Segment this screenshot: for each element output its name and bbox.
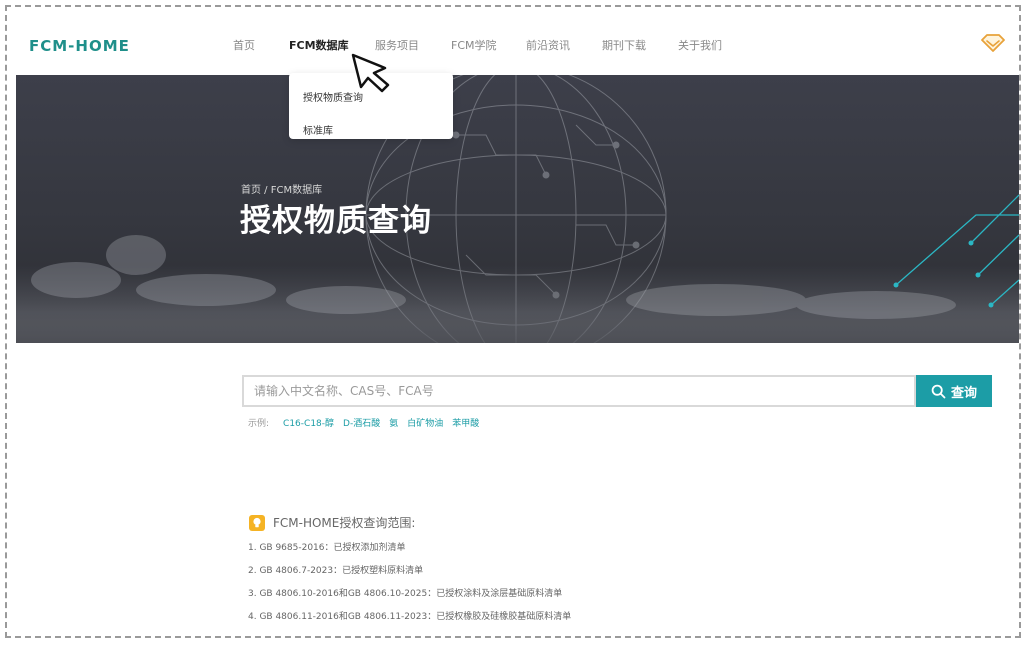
breadcrumb: 首页 / FCM数据库 <box>241 185 323 196</box>
browser-frame: FCM-HOME 首页 FCM数据库 服务项目 FCM学院 前沿资讯 期刊下载 … <box>5 5 1021 638</box>
search-icon <box>931 384 946 398</box>
list-item: 1. GB 9685-2016：已授权添加剂清单 <box>248 543 406 553</box>
hero-banner: 首页 / FCM数据库 授权物质查询 <box>16 75 1019 343</box>
examples-label: 示例: <box>248 419 270 429</box>
scope-title: FCM-HOME授权查询范围: <box>273 516 416 530</box>
lightbulb-icon <box>249 514 265 531</box>
example-link[interactable]: 白矿物油 <box>407 416 443 429</box>
example-link[interactable]: 苯甲酸 <box>452 416 479 429</box>
dropdown-item-standards-library[interactable]: 标准库 <box>303 122 333 137</box>
mouse-cursor-icon <box>351 53 390 93</box>
search-box <box>242 375 916 407</box>
search-button[interactable]: 查询 <box>916 375 992 407</box>
nav-academy[interactable]: FCM学院 <box>451 37 526 53</box>
hero-background-graphic <box>16 75 1019 343</box>
site-logo[interactable]: FCM-HOME <box>29 37 130 55</box>
list-item: 2. GB 4806.7-2023：已授权塑料原料清单 <box>248 566 424 576</box>
search-button-label: 查询 <box>950 385 977 401</box>
diamond-icon[interactable] <box>981 33 1005 53</box>
nav-journals[interactable]: 期刊下载 <box>602 37 678 53</box>
nav-about[interactable]: 关于我们 <box>678 37 748 53</box>
list-item: 4. GB 4806.11-2016和GB 4806.11-2023：已授权橡胶… <box>248 612 572 622</box>
example-link[interactable]: D-酒石酸 <box>343 416 380 429</box>
list-item: 3. GB 4806.10-2016和GB 4806.10-2025：已授权涂料… <box>248 589 563 599</box>
nav-news[interactable]: 前沿资讯 <box>526 37 602 53</box>
main-nav: 首页 FCM数据库 服务项目 FCM学院 前沿资讯 期刊下载 关于我们 <box>233 37 748 53</box>
search-input[interactable] <box>244 377 914 405</box>
site-header: FCM-HOME 首页 FCM数据库 服务项目 FCM学院 前沿资讯 期刊下载 … <box>7 7 1019 77</box>
example-link[interactable]: C16-C18-醇 <box>283 416 334 429</box>
scope-list: 1. GB 9685-2016：已授权添加剂清单 2. GB 4806.7-20… <box>248 542 571 634</box>
scope-header: FCM-HOME授权查询范围: <box>249 514 415 531</box>
search-examples: 示例: C16-C18-醇 D-酒石酸 氨 白矿物油 苯甲酸 <box>248 416 488 429</box>
page-title: 授权物质查询 <box>240 203 432 239</box>
nav-home[interactable]: 首页 <box>233 37 289 53</box>
example-link[interactable]: 氨 <box>389 416 398 429</box>
